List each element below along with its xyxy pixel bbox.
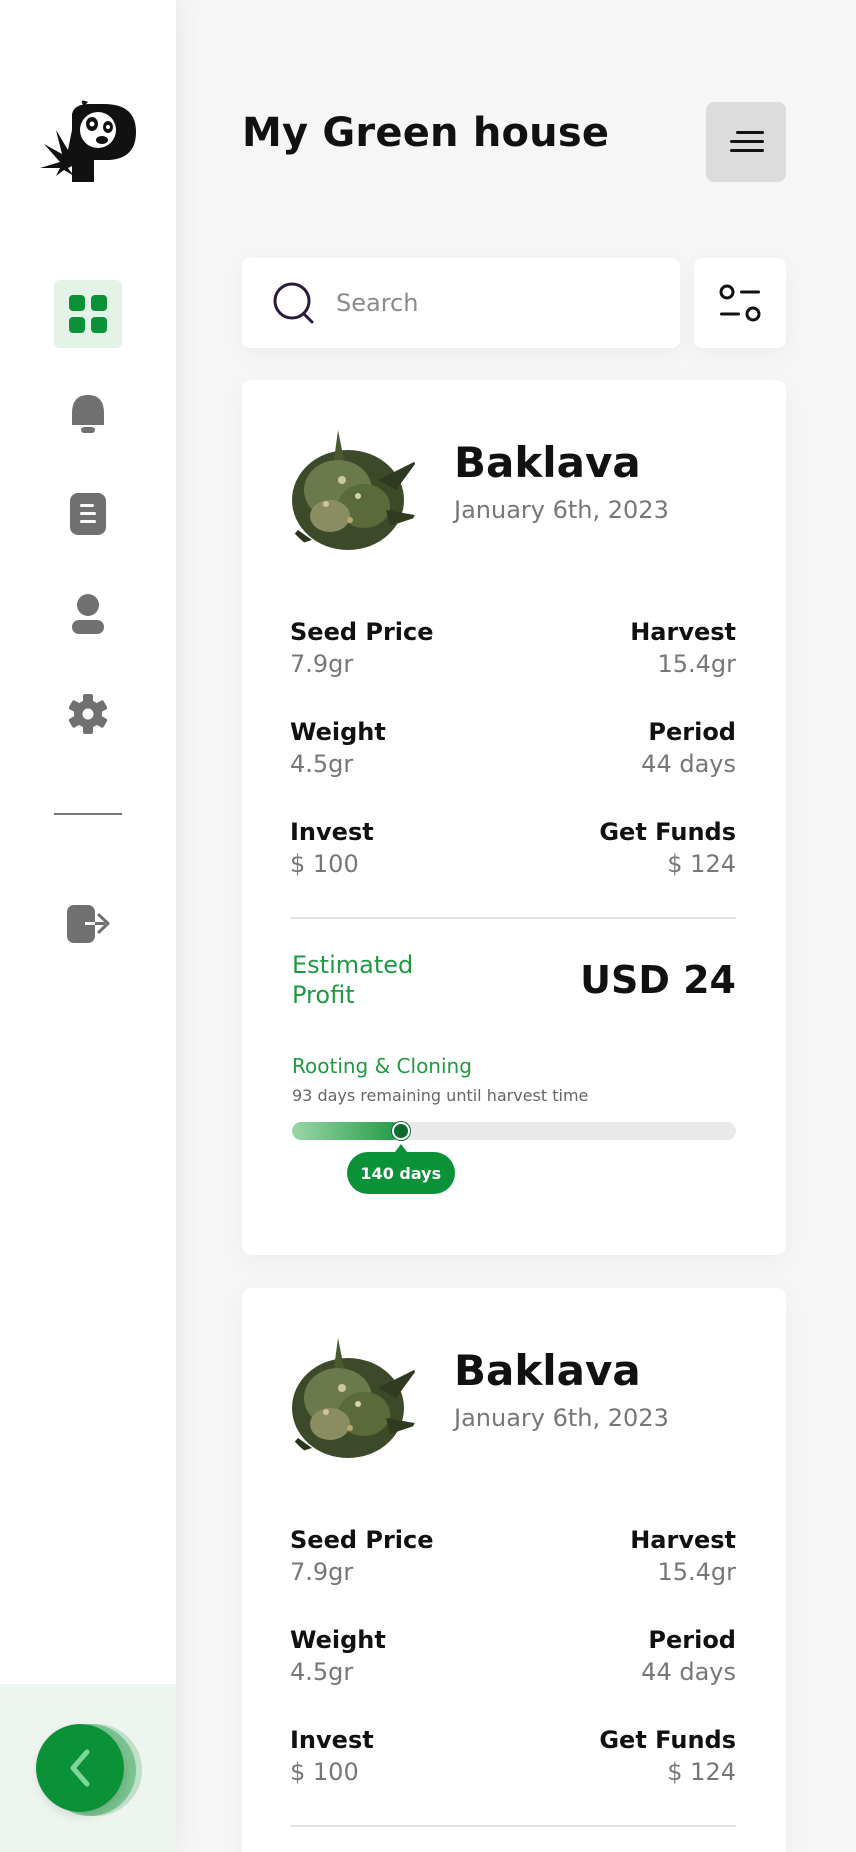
stat-harvest: Harvest 15.4gr: [496, 1524, 736, 1588]
plant-name: Baklava: [454, 438, 641, 487]
search-icon: [273, 282, 314, 324]
nav-item-settings[interactable]: [54, 680, 122, 748]
stat-label: Period: [648, 1626, 736, 1654]
growth-stage-title: Rooting & Cloning: [292, 1054, 472, 1078]
nav-item-documents[interactable]: [54, 480, 122, 548]
sidebar-divider: [54, 813, 122, 815]
chevron-left-icon: [70, 1749, 90, 1787]
stat-value: 15.4gr: [657, 650, 736, 678]
stat-weight: Weight 4.5gr: [290, 716, 530, 780]
plant-date: January 6th, 2023: [454, 496, 669, 524]
sidebar-footer: [0, 1684, 176, 1852]
stat-weight: Weight 4.5gr: [290, 1624, 530, 1688]
menu-button[interactable]: [706, 102, 786, 182]
plant-image: [278, 420, 420, 558]
hamburger-menu-icon: [730, 131, 764, 152]
stat-seed-price: Seed Price 7.9gr: [290, 616, 530, 680]
progress-badge-pointer: [394, 1144, 407, 1152]
growth-progress-handle[interactable]: [391, 1122, 410, 1140]
nav-item-notifications[interactable]: [54, 380, 122, 448]
stat-value: $ 124: [667, 1758, 736, 1786]
dashboard-grid-icon: [69, 295, 107, 333]
stat-harvest: Harvest 15.4gr: [496, 616, 736, 680]
stat-label: Period: [648, 718, 736, 746]
stat-period: Period 44 days: [496, 716, 736, 780]
stat-value: 7.9gr: [290, 650, 354, 678]
filter-button[interactable]: [694, 258, 786, 348]
page-title: My Green house: [242, 110, 610, 156]
stat-seed-price: Seed Price 7.9gr: [290, 1524, 530, 1588]
stat-get-funds: Get Funds $ 124: [496, 816, 736, 880]
cannabis-bud-image: [278, 420, 420, 558]
stat-label: Seed Price: [290, 618, 434, 646]
stat-value: $ 100: [290, 850, 359, 878]
stat-label: Harvest: [630, 618, 736, 646]
stat-period: Period 44 days: [496, 1624, 736, 1688]
user-icon: [72, 594, 104, 634]
filter-sliders-icon: [719, 284, 761, 322]
stat-invest: Invest $ 100: [290, 1724, 530, 1788]
estimated-profit-label: Estimated Profit: [292, 951, 414, 1009]
cannabis-bud-image: [278, 1328, 420, 1466]
stat-label: Invest: [290, 818, 374, 846]
stat-label: Invest: [290, 1726, 374, 1754]
document-icon: [70, 493, 106, 535]
gear-icon: [68, 694, 108, 734]
stat-value: $ 100: [290, 1758, 359, 1786]
growth-progress-bar: [292, 1122, 736, 1140]
logout-icon: [67, 905, 110, 943]
card-divider: [290, 1825, 736, 1827]
card-divider: [290, 917, 736, 919]
nav-item-profile[interactable]: [54, 580, 122, 648]
sidebar: [0, 0, 176, 1852]
bell-icon: [72, 395, 104, 433]
stat-value: 7.9gr: [290, 1558, 354, 1586]
stat-label: Get Funds: [599, 1726, 736, 1754]
panda-leaf-logo-icon: [40, 100, 136, 182]
stat-value: 4.5gr: [290, 750, 354, 778]
stat-label: Seed Price: [290, 1526, 434, 1554]
search-box: [242, 258, 680, 348]
logo[interactable]: [38, 100, 138, 182]
collapse-sidebar-button[interactable]: [36, 1724, 124, 1812]
stat-label: Get Funds: [599, 818, 736, 846]
stat-value: 4.5gr: [290, 1658, 354, 1686]
stat-get-funds: Get Funds $ 124: [496, 1724, 736, 1788]
progress-days-badge: 140 days: [346, 1152, 455, 1194]
stat-label: Harvest: [630, 1526, 736, 1554]
plant-image: [278, 1328, 420, 1466]
stat-value: 44 days: [641, 1658, 736, 1686]
stat-value: 15.4gr: [657, 1558, 736, 1586]
stat-value: $ 124: [667, 850, 736, 878]
stat-invest: Invest $ 100: [290, 816, 530, 880]
nav-item-dashboard[interactable]: [54, 280, 122, 348]
nav-item-logout[interactable]: [54, 890, 122, 958]
plant-name: Baklava: [454, 1346, 641, 1395]
stat-label: Weight: [290, 718, 386, 746]
plant-card[interactable]: Baklava January 6th, 2023 Seed Price 7.9…: [242, 1288, 786, 1852]
plant-card[interactable]: Baklava January 6th, 2023 Seed Price 7.9…: [242, 380, 786, 1255]
growth-stage-subtitle: 93 days remaining until harvest time: [292, 1086, 589, 1105]
search-input[interactable]: [336, 289, 636, 317]
stat-label: Weight: [290, 1626, 386, 1654]
growth-progress-fill: [292, 1122, 401, 1140]
stat-value: 44 days: [641, 750, 736, 778]
estimated-profit-value: USD 24: [580, 958, 736, 1002]
plant-date: January 6th, 2023: [454, 1404, 669, 1432]
